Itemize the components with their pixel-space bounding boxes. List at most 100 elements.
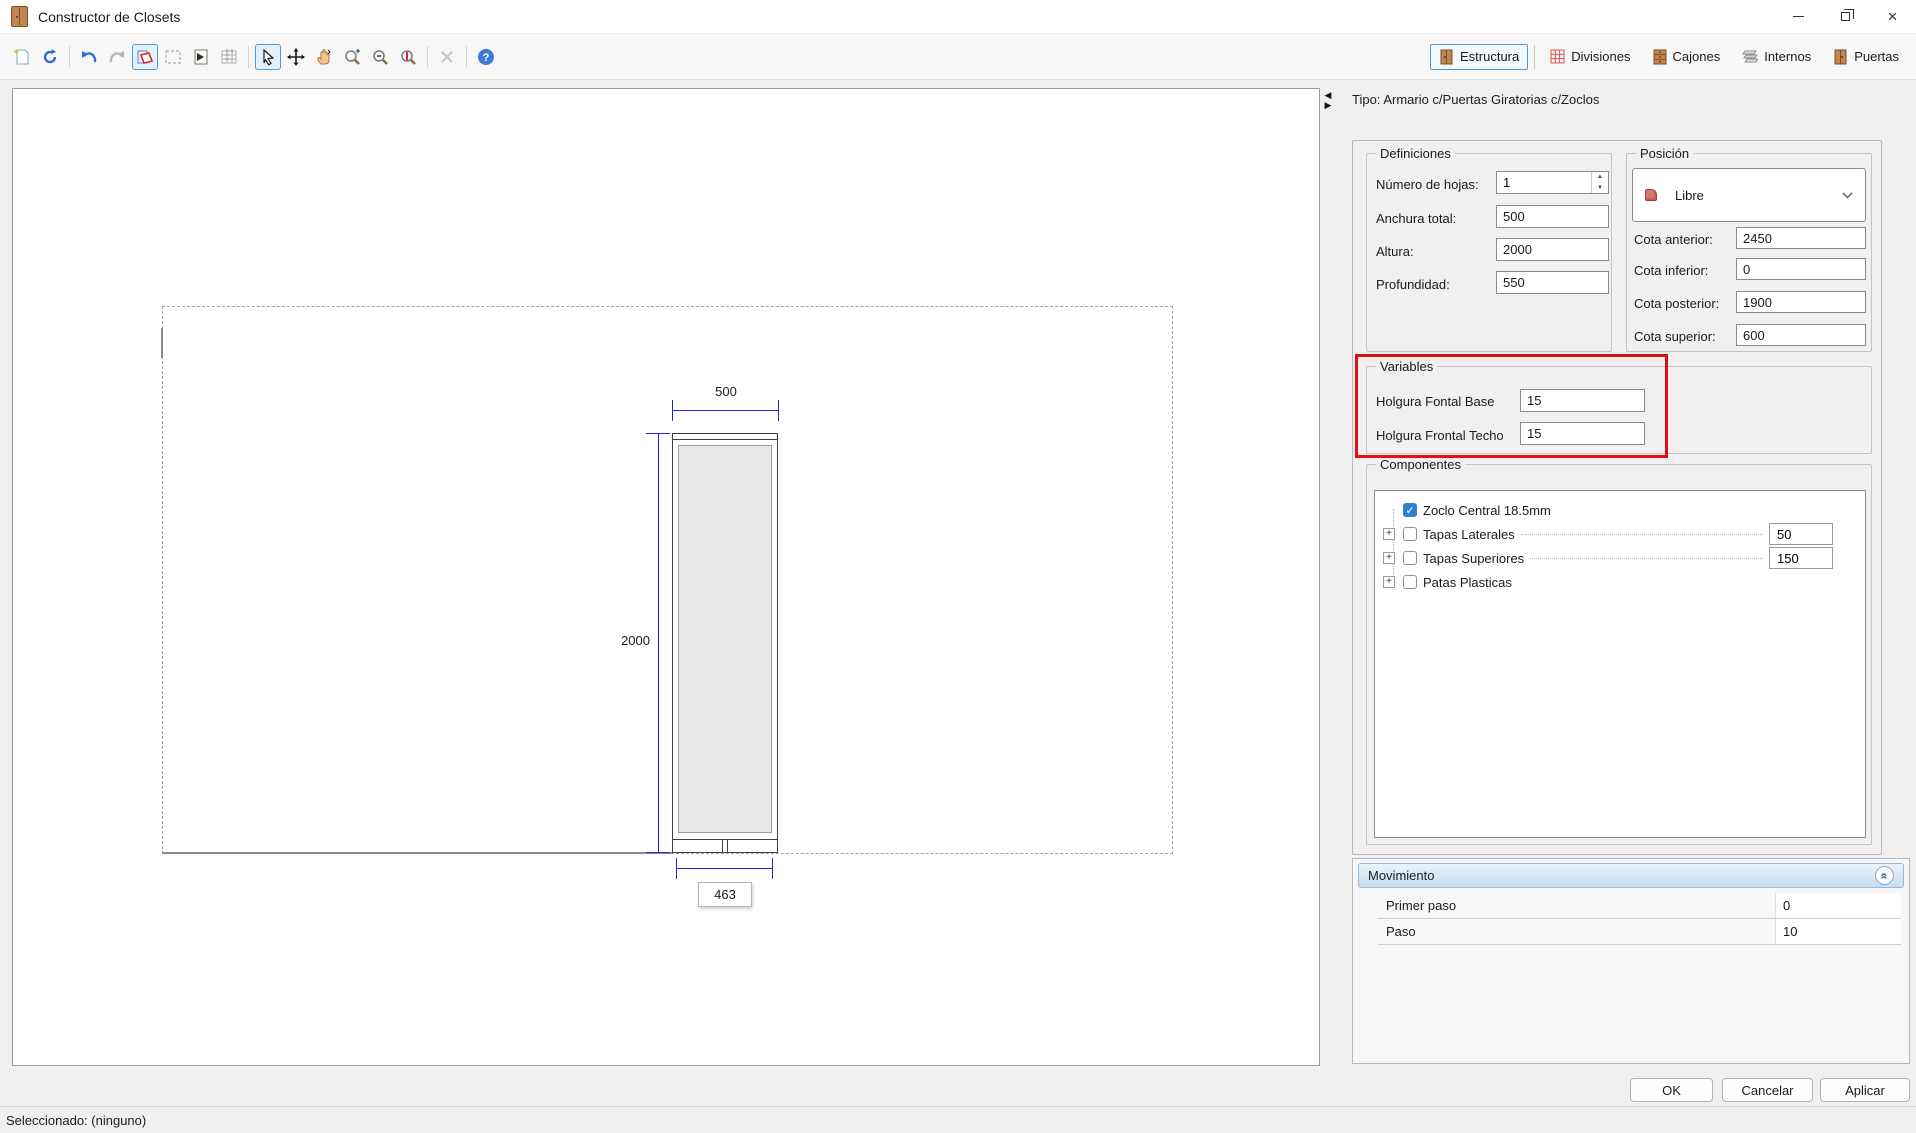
title-bar: Constructor de Closets ×: [0, 0, 1916, 34]
closet-top-panel: [673, 439, 777, 440]
tab-puertas[interactable]: Puertas: [1824, 44, 1908, 70]
tapas-superiores-checkbox[interactable]: [1403, 551, 1417, 565]
tapas-laterales-checkbox[interactable]: [1403, 527, 1417, 541]
tree-item-label: Tapas Laterales: [1423, 527, 1515, 542]
cancel-button[interactable]: Cancelar: [1722, 1078, 1813, 1102]
componentes-title: Componentes: [1376, 457, 1465, 472]
closet-interior[interactable]: [678, 445, 772, 833]
tab-puertas-label: Puertas: [1854, 49, 1899, 64]
wall-segment-left: [161, 328, 163, 358]
help-button[interactable]: ?: [473, 44, 499, 70]
apply-button[interactable]: Aplicar: [1820, 1078, 1910, 1102]
cota-inferior-input[interactable]: [1736, 258, 1866, 280]
status-bar: Seleccionado: (ninguno): [0, 1106, 1916, 1133]
selection-rectangle-tool[interactable]: [160, 44, 186, 70]
tab-divisiones[interactable]: Divisiones: [1541, 44, 1639, 69]
edit-structure-icon: [136, 48, 154, 66]
window-controls: ×: [1775, 0, 1916, 33]
dim-tick: [676, 858, 677, 879]
room-outline: [162, 306, 1173, 854]
componentes-tree: ✓ Zoclo Central 18.5mm + Tapas Laterales…: [1374, 490, 1866, 838]
close-button[interactable]: ×: [1869, 0, 1916, 33]
collapse-left-icon: ◀: [1322, 90, 1334, 100]
tab-cajones-label: Cajones: [1673, 49, 1721, 64]
delete-icon: [438, 48, 456, 66]
spin-up-button[interactable]: ▲: [1592, 172, 1608, 183]
tapas-laterales-value-input[interactable]: [1769, 523, 1833, 545]
redo-button[interactable]: [104, 44, 130, 70]
undo-button[interactable]: [76, 44, 102, 70]
tapas-superiores-value-input[interactable]: [1769, 547, 1833, 569]
hojas-input[interactable]: [1497, 172, 1591, 193]
zoom-window-tool[interactable]: [339, 44, 365, 70]
cota-superior-input[interactable]: [1736, 324, 1866, 346]
altura-input[interactable]: [1496, 238, 1609, 261]
expand-plus-icon[interactable]: +: [1383, 528, 1395, 540]
hojas-spinner: ▲ ▼: [1591, 172, 1608, 193]
zoom-in-tool[interactable]: [395, 44, 421, 70]
new-document-button[interactable]: [9, 44, 35, 70]
posicion-mode-dropdown[interactable]: Libre: [1632, 168, 1866, 222]
toolbar-separator: [427, 46, 428, 68]
movimiento-header[interactable]: Movimiento «: [1358, 863, 1904, 888]
tree-item-tapas-laterales[interactable]: + Tapas Laterales: [1383, 525, 1863, 543]
tree-connector-line: [1393, 509, 1394, 583]
pan-hand-icon: [315, 48, 333, 66]
tab-cajones[interactable]: Cajones: [1644, 44, 1730, 70]
paso-value[interactable]: 10: [1775, 919, 1901, 944]
tapas-laterales-value-box: [1769, 523, 1833, 545]
redo-icon: [108, 48, 126, 66]
primer-paso-value[interactable]: 0: [1775, 893, 1901, 918]
tapas-superiores-value-box: [1769, 547, 1833, 569]
restore-button[interactable]: [1822, 0, 1869, 33]
toolbar-separator: [466, 46, 467, 68]
dim-plinth-value-box[interactable]: 463: [698, 882, 752, 907]
minimize-button[interactable]: [1775, 0, 1822, 33]
patas-checkbox[interactable]: [1403, 575, 1417, 589]
new-document-icon: [13, 48, 31, 66]
movimiento-title: Movimiento: [1368, 868, 1434, 883]
posicion-title: Posición: [1636, 146, 1693, 161]
tree-item-tapas-superiores[interactable]: + Tapas Superiores: [1383, 549, 1863, 567]
dim-tick: [778, 400, 779, 421]
grid-icon: [220, 48, 238, 66]
ok-button[interactable]: OK: [1630, 1078, 1713, 1102]
tree-dotted-leader: [1530, 558, 1763, 559]
tree-dotted-leader: [1521, 534, 1763, 535]
insert-panel-tool[interactable]: [188, 44, 214, 70]
posicion-mode-value: Libre: [1675, 188, 1704, 203]
pan-hand-tool[interactable]: [311, 44, 337, 70]
zoom-out-tool[interactable]: [367, 44, 393, 70]
shelves-icon: [1742, 49, 1758, 64]
anchura-input[interactable]: [1496, 205, 1609, 228]
tree-item-patas[interactable]: + Patas Plasticas: [1383, 573, 1863, 591]
movimiento-collapse-button[interactable]: «: [1875, 866, 1894, 885]
expand-plus-icon[interactable]: +: [1383, 552, 1395, 564]
profundidad-input[interactable]: [1496, 271, 1609, 294]
zoclo-checkbox-checked[interactable]: ✓: [1403, 503, 1417, 517]
minimize-icon: [1793, 16, 1804, 17]
panel-collapse-toggle[interactable]: ◀ ▶: [1322, 90, 1334, 110]
delete-button[interactable]: [434, 44, 460, 70]
reload-button[interactable]: [37, 44, 63, 70]
cota-anterior-input[interactable]: [1736, 227, 1866, 249]
move-tool[interactable]: [283, 44, 309, 70]
anchura-label: Anchura total:: [1376, 211, 1456, 226]
tab-internos[interactable]: Internos: [1733, 44, 1820, 69]
cota-posterior-input[interactable]: [1736, 291, 1866, 313]
expand-right-icon: ▶: [1322, 100, 1334, 110]
app-logo-icon: [11, 6, 28, 27]
grid-tool[interactable]: [216, 44, 242, 70]
edit-structure-tool[interactable]: [132, 44, 158, 70]
expand-plus-icon[interactable]: +: [1383, 576, 1395, 588]
zoom-out-icon: [371, 48, 389, 66]
divisions-grid-icon: [1550, 49, 1565, 64]
help-icon: ?: [477, 48, 495, 66]
select-cursor-tool[interactable]: [255, 44, 281, 70]
drawing-canvas[interactable]: 500 2000 463: [12, 88, 1320, 1066]
spin-down-button[interactable]: ▼: [1592, 183, 1608, 194]
closet-body[interactable]: [672, 433, 778, 853]
tree-item-zoclo[interactable]: ✓ Zoclo Central 18.5mm: [1383, 501, 1863, 519]
dim-line-plinth: [676, 868, 773, 869]
tab-estructura[interactable]: Estructura: [1430, 44, 1528, 70]
